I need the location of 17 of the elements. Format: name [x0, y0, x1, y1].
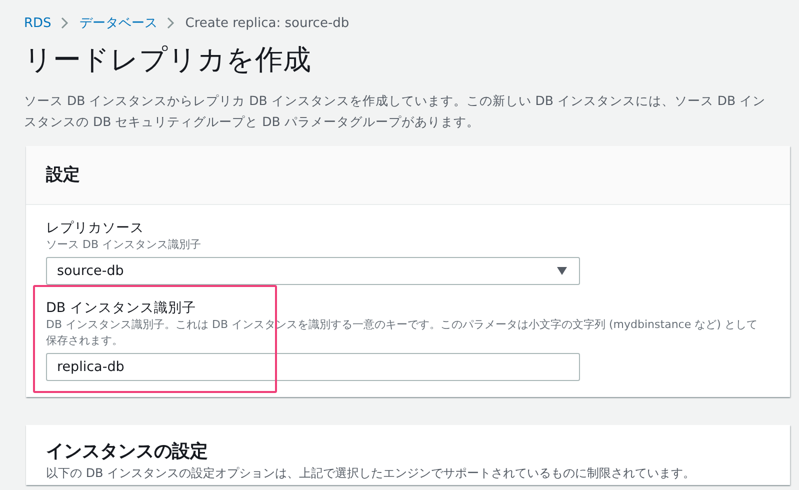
chevron-right-icon — [61, 17, 70, 29]
panel-title: 設定 — [46, 164, 81, 186]
field-label: DB インスタンス識別子 — [46, 299, 197, 317]
field-hint: ソース DB インスタンス識別子 — [46, 237, 202, 253]
field-hint: DB インスタンス識別子。これは DB インスタンスを識別する一意のキーです。このパラメータは小文字の文字列 (mydbinstance など) として保存されます。 — [46, 317, 758, 349]
breadcrumb-link[interactable]: RDS — [24, 16, 52, 30]
page-title: リードレプリカを作成 — [24, 42, 312, 78]
input-field[interactable]: replica-db — [46, 353, 580, 381]
dropdown-caret-icon — [557, 267, 567, 275]
chevron-right-icon — [167, 17, 176, 29]
breadcrumb-current: Create replica: source-db — [185, 16, 350, 30]
select-dropdown[interactable]: source-db — [46, 257, 580, 285]
panel-title: インスタンスの設定 — [46, 441, 209, 463]
breadcrumb-link[interactable]: データベース — [79, 14, 158, 32]
field-label: レプリカソース — [46, 219, 145, 237]
page-description: ソース DB インスタンスからレプリカ DB インスタンスを作成しています。この新しい DB インスタンスには、ソース DB インスタンスの DB セキュリティグループと DB パラメータグループがあります。 — [24, 92, 767, 131]
panel-description: 以下の DB インスタンスの設定オプションは、上記で選択したエンジンでサポートされているものに制限されています。 — [46, 465, 696, 481]
